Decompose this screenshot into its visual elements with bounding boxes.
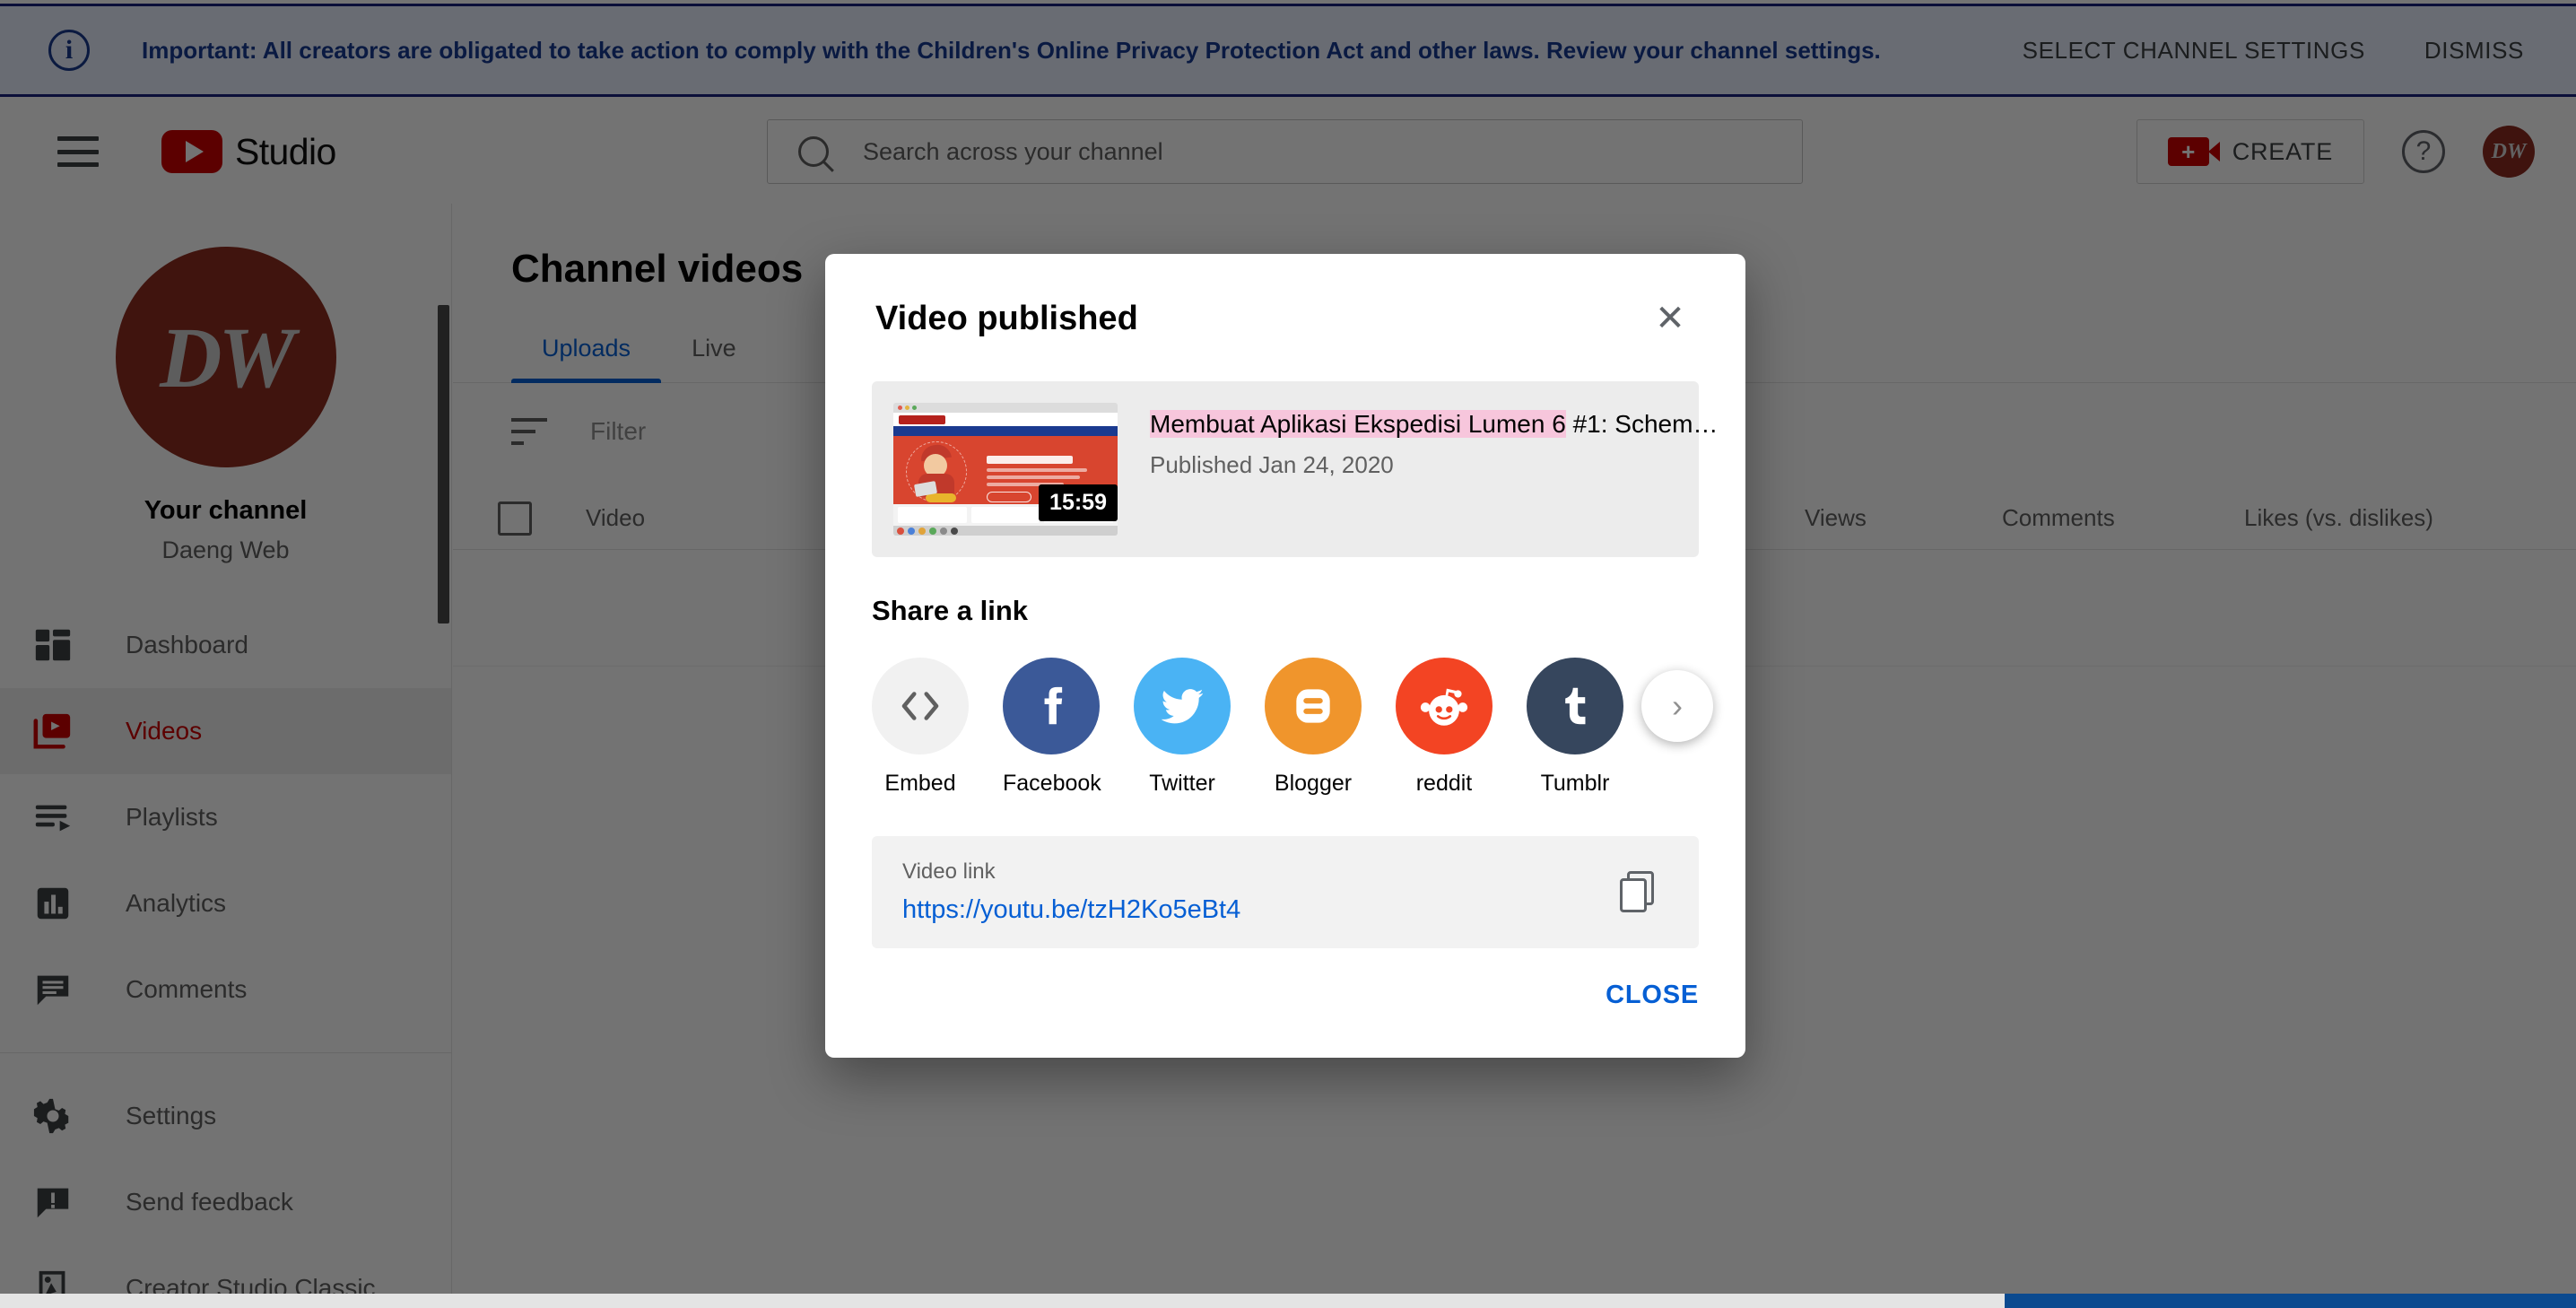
share-target-tumblr[interactable]: Tumblr	[1527, 658, 1623, 797]
share-target-embed[interactable]: Embed	[872, 658, 969, 797]
video-link-label: Video link	[902, 859, 996, 884]
close-x-icon[interactable]: ✕	[1645, 293, 1695, 344]
video-thumbnail[interactable]: 15:59	[893, 403, 1118, 536]
tumblr-icon	[1527, 658, 1623, 754]
share-targets-row: Embed Facebook Twitter Blogger reddit Tu…	[872, 658, 1713, 797]
blogger-icon	[1265, 658, 1362, 754]
close-dialog-button[interactable]: CLOSE	[1606, 981, 1699, 1010]
share-target-label: Tumblr	[1540, 771, 1610, 796]
chevron-right-icon[interactable]: ›	[1641, 670, 1713, 742]
video-duration-badge: 15:59	[1039, 484, 1118, 521]
dialog-header: Video published ✕	[825, 254, 1745, 344]
facebook-icon	[1003, 658, 1100, 754]
video-title-remainder: #1: Schem…	[1565, 410, 1719, 438]
share-target-label: reddit	[1415, 771, 1473, 796]
reddit-alien-icon	[1396, 658, 1493, 754]
video-published-date: Published Jan 24, 2020	[1150, 451, 1394, 478]
share-target-blogger[interactable]: Blogger	[1265, 658, 1362, 797]
copy-icon[interactable]	[1618, 868, 1668, 918]
embed-code-icon	[872, 658, 969, 754]
video-published-dialog: Video published ✕ 15:59 Membuat Aplikasi…	[825, 254, 1745, 1058]
video-link-url[interactable]: https://youtu.be/tzH2Ko5eBt4	[902, 895, 1618, 925]
share-target-twitter[interactable]: Twitter	[1134, 658, 1231, 797]
share-target-label: Blogger	[1274, 771, 1353, 796]
video-title-selected-text: Membuat Aplikasi Ekspedisi Lumen 6	[1150, 410, 1566, 438]
video-title: Membuat Aplikasi Ekspedisi Lumen 6 #1: S…	[1150, 410, 1718, 439]
video-link-field: Video link https://youtu.be/tzH2Ko5eBt4	[872, 836, 1699, 948]
share-target-label: Facebook	[1003, 771, 1101, 796]
os-taskbar	[0, 1294, 2576, 1308]
video-meta: Membuat Aplikasi Ekspedisi Lumen 6 #1: S…	[1150, 403, 1718, 536]
dialog-footer: CLOSE	[825, 948, 1745, 1010]
twitter-bird-icon	[1134, 658, 1231, 754]
dialog-title: Video published	[875, 299, 1138, 337]
share-target-facebook[interactable]: Facebook	[1003, 658, 1101, 797]
share-a-link-heading: Share a link	[872, 595, 1029, 626]
share-target-reddit[interactable]: reddit	[1396, 658, 1493, 797]
share-target-label: Embed	[884, 771, 956, 796]
taskbar-active-window	[2005, 1294, 2576, 1308]
share-target-label: Twitter	[1149, 771, 1215, 796]
published-video-card: 15:59 Membuat Aplikasi Ekspedisi Lumen 6…	[872, 381, 1718, 557]
